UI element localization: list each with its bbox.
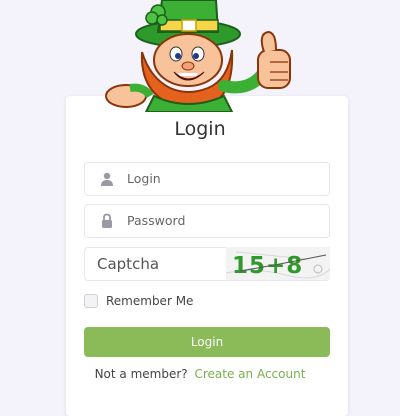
remember-me[interactable]: Remember Me — [84, 294, 193, 308]
login-placeholder: Login — [127, 171, 161, 186]
create-account-link[interactable]: Create an Account — [194, 367, 305, 381]
remember-checkbox[interactable] — [84, 294, 98, 308]
signup-row: Not a member? Create an Account — [0, 367, 400, 381]
page-title: Login — [174, 118, 226, 140]
lock-icon — [102, 213, 112, 228]
captcha-placeholder: Captcha — [97, 255, 160, 273]
leprechaun-mascot-icon — [105, 0, 291, 112]
captcha-image: 15+8 — [226, 247, 330, 280]
signup-prompt: Not a member? — [94, 367, 188, 381]
user-icon — [101, 172, 113, 186]
password-field[interactable]: Password — [84, 204, 330, 238]
remember-label: Remember Me — [106, 294, 194, 308]
login-field[interactable]: Login — [84, 162, 330, 196]
login-button[interactable]: Login — [84, 327, 330, 357]
password-placeholder: Password — [127, 213, 186, 228]
